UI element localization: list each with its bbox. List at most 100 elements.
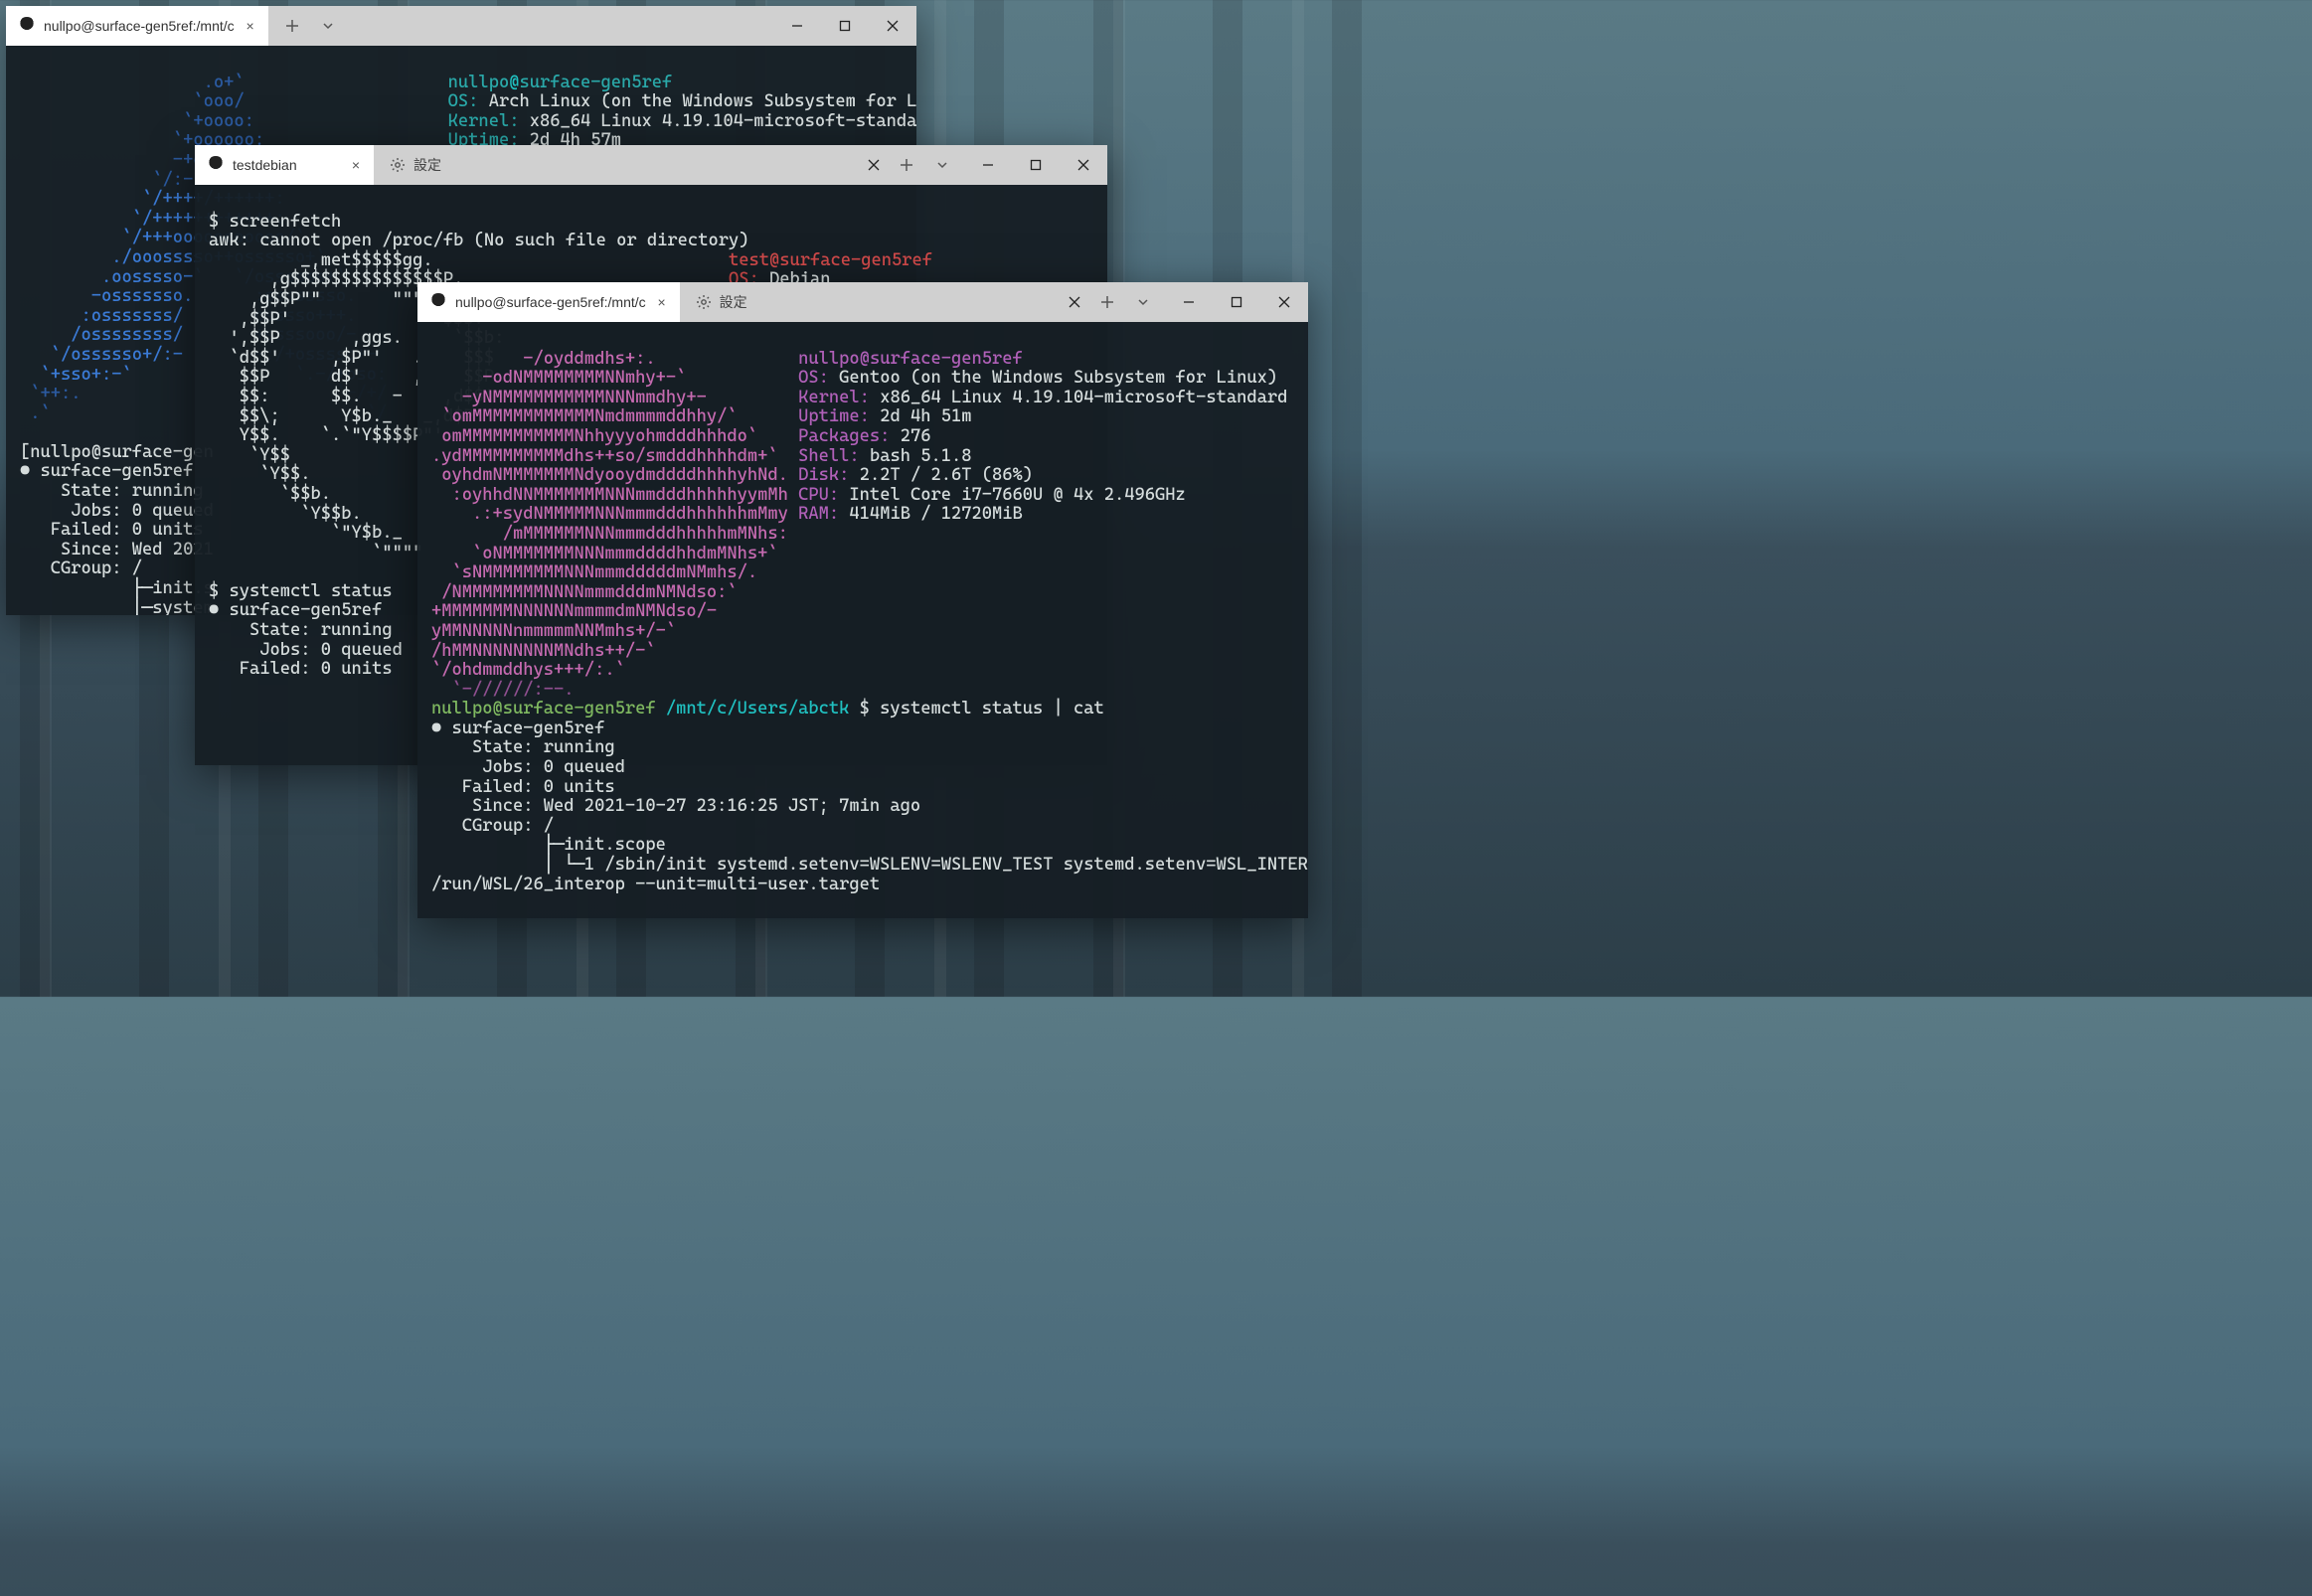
cmd-line: $ screenfetch: [209, 212, 341, 232]
settings-label: 設定: [413, 155, 441, 175]
titlebar[interactable]: nullpo@surface-gen5ref:/mnt/c ×: [6, 6, 916, 46]
debian-logo-line: Y$$. `.`"Y$$$$P"': [209, 425, 443, 445]
gentoo-logo-line: -odNMMMMMMMMNNmhy+-`: [431, 368, 686, 388]
debian-logo-line: `Y$$b.: [209, 504, 362, 524]
gentoo-logo-line: /mMMMMMMNNNmmmdddhhhhhmMNhs:: [431, 524, 788, 544]
status-line: State: running: [431, 737, 615, 757]
minimize-button[interactable]: [773, 6, 821, 46]
gentoo-logo-line: omMMMMMMMMMMMNhhyyyohmdddhhhdo`: [431, 426, 757, 446]
new-tab-button[interactable]: [274, 6, 310, 46]
close-settings-tab-icon[interactable]: [859, 145, 889, 185]
status-line: CGroup: /: [20, 559, 142, 578]
gentoo-logo-line: .ydMMMMMMMMMMdhs++so/smdddhhhhdm+`: [431, 446, 778, 466]
info-disk-key: Disk:: [798, 465, 849, 485]
tab-title: nullpo@surface-gen5ref:/mnt/c: [455, 294, 646, 310]
info-user: test: [729, 250, 769, 270]
gentoo-logo-line: `/ohdmmddhys+++/:.`: [431, 660, 625, 680]
maximize-button[interactable]: [1012, 145, 1060, 185]
info-at: @: [509, 73, 519, 92]
tab-title: nullpo@surface-gen5ref:/mnt/c: [44, 18, 235, 34]
info-kernel-key: Kernel:: [798, 388, 870, 407]
info-uptime-val: 2d 4h 51m: [870, 406, 972, 426]
tab-dropdown-button[interactable]: [1125, 282, 1161, 322]
info-packages-val: 276: [890, 426, 930, 446]
info-os-val: Arch Linux (on the Windows Subsystem for…: [478, 91, 916, 111]
arch-logo-line: .o+`: [20, 73, 245, 92]
maximize-button[interactable]: [821, 6, 869, 46]
tab-title: testdebian: [233, 157, 340, 173]
close-tab-icon[interactable]: ×: [348, 157, 364, 173]
status-line: Failed: 0 units: [20, 520, 204, 540]
close-tab-icon[interactable]: ×: [654, 294, 670, 310]
info-os-key: OS:: [448, 91, 479, 111]
gentoo-logo-line: yMMNNNNNnmmmmmNNMmhs+/-`: [431, 621, 676, 641]
settings-tab[interactable]: 設定: [374, 155, 457, 175]
gear-icon: [696, 294, 712, 310]
info-shell-val: bash 5.1.8: [860, 446, 972, 466]
gentoo-logo-line: oyhdmNMMMMMMMNdyooydmddddhhhhyhNd.: [431, 465, 788, 485]
info-user: nullpo: [798, 349, 860, 369]
maximize-button[interactable]: [1213, 282, 1260, 322]
close-settings-tab-icon[interactable]: [1060, 282, 1089, 322]
tab-dropdown-button[interactable]: [310, 6, 346, 46]
settings-label: 設定: [720, 292, 747, 312]
prompt-user: nullpo@surface-gen5ref: [431, 699, 656, 718]
new-tab-button[interactable]: [1089, 282, 1125, 322]
tab-active[interactable]: nullpo@surface-gen5ref:/mnt/c ×: [417, 282, 680, 322]
info-at: @: [860, 349, 870, 369]
gentoo-logo-line: -yNMMMMMMMMMMMNNNmmdhy+-: [431, 388, 707, 407]
debian-logo-line: `Y$$: [209, 445, 290, 465]
settings-tab[interactable]: 設定: [680, 292, 763, 312]
new-tab-button[interactable]: [889, 145, 924, 185]
status-line: Failed: 0 units: [209, 659, 393, 679]
status-line: ├─init.s: [20, 578, 214, 598]
status-line: Since: Wed 2021-10-27 23:16:25 JST; 7min…: [431, 796, 920, 816]
debian-logo-line: `$$b.: [209, 484, 331, 504]
info-shell-key: Shell:: [798, 446, 860, 466]
close-window-button[interactable]: [1260, 282, 1308, 322]
info-host: surface-gen5ref: [870, 349, 1023, 369]
status-line: /run/WSL/26_interop --unit=multi-user.ta…: [431, 875, 880, 894]
close-window-button[interactable]: [1060, 145, 1107, 185]
status-line: ● surface-gen5ref: [209, 600, 382, 620]
arch-logo-line: `+oooo:: [20, 111, 254, 131]
debian-logo-line: _,met$$$$$gg.: [209, 250, 433, 270]
tux-icon: [18, 17, 36, 35]
minimize-button[interactable]: [964, 145, 1012, 185]
titlebar[interactable]: nullpo@surface-gen5ref:/mnt/c × 設定: [417, 282, 1308, 322]
status-line: Jobs: 0 queued: [431, 757, 625, 777]
info-cpu-val: Intel Core i7-7660U @ 4x 2.496GHz: [839, 485, 1186, 505]
titlebar[interactable]: testdebian × 設定: [195, 145, 1107, 185]
tux-icon: [207, 156, 225, 174]
info-host: surface-gen5ref: [519, 73, 672, 92]
info-host: surface-gen5ref: [779, 250, 932, 270]
awk-error: awk: cannot open /proc/fb (No such file …: [209, 231, 748, 250]
status-line: ● surface-gen5ref: [20, 461, 193, 481]
close-tab-icon[interactable]: ×: [243, 18, 258, 34]
close-window-button[interactable]: [869, 6, 916, 46]
info-os-val: Gentoo (on the Windows Subsystem for Lin…: [829, 368, 1277, 388]
status-line: │ └─1 /sbin/init systemd.setenv=WSLENV=W…: [431, 855, 1308, 875]
gentoo-logo-line: `oNMMMMMMMNNNmmmddddhhdmMNhs+`: [431, 544, 778, 563]
prompt-path: /mnt/c/Users/abctk: [656, 699, 860, 718]
info-os-key: OS:: [798, 368, 829, 388]
arch-logo-line: `ooo/: [20, 91, 245, 111]
prompt-cmd: $ systemctl status | cat: [860, 699, 1104, 718]
minimize-button[interactable]: [1165, 282, 1213, 322]
gentoo-logo-line: /NMMMMMMMMNNNNmmmdddmNMNdso:`: [431, 582, 738, 602]
info-ram-val: 414MiB / 12720MiB: [839, 504, 1023, 524]
gentoo-logo-line: .:+sydNMMMMMNNNmmmdddhhhhhhmMmy: [431, 504, 788, 524]
debian-logo-line: `"""": [209, 543, 422, 562]
status-line: State: running: [209, 620, 393, 640]
debian-logo-line: `"Y$b._: [209, 523, 403, 543]
status-line: │─system: [20, 598, 214, 615]
tab-active[interactable]: testdebian ×: [195, 145, 374, 185]
terminal-body[interactable]: -/oyddmdhs+:. nullpo@surface-gen5ref -od…: [417, 322, 1308, 918]
info-disk-val: 2.2T / 2.6T (86%): [849, 465, 1033, 485]
info-kernel-val: x86_64 Linux 4.19.104-microsoft-standard: [870, 388, 1287, 407]
status-line: Since: Wed 2021: [20, 540, 214, 559]
info-ram-key: RAM:: [798, 504, 839, 524]
status-line: State: running: [20, 481, 204, 501]
tab-active[interactable]: nullpo@surface-gen5ref:/mnt/c ×: [6, 6, 268, 46]
tab-dropdown-button[interactable]: [924, 145, 960, 185]
